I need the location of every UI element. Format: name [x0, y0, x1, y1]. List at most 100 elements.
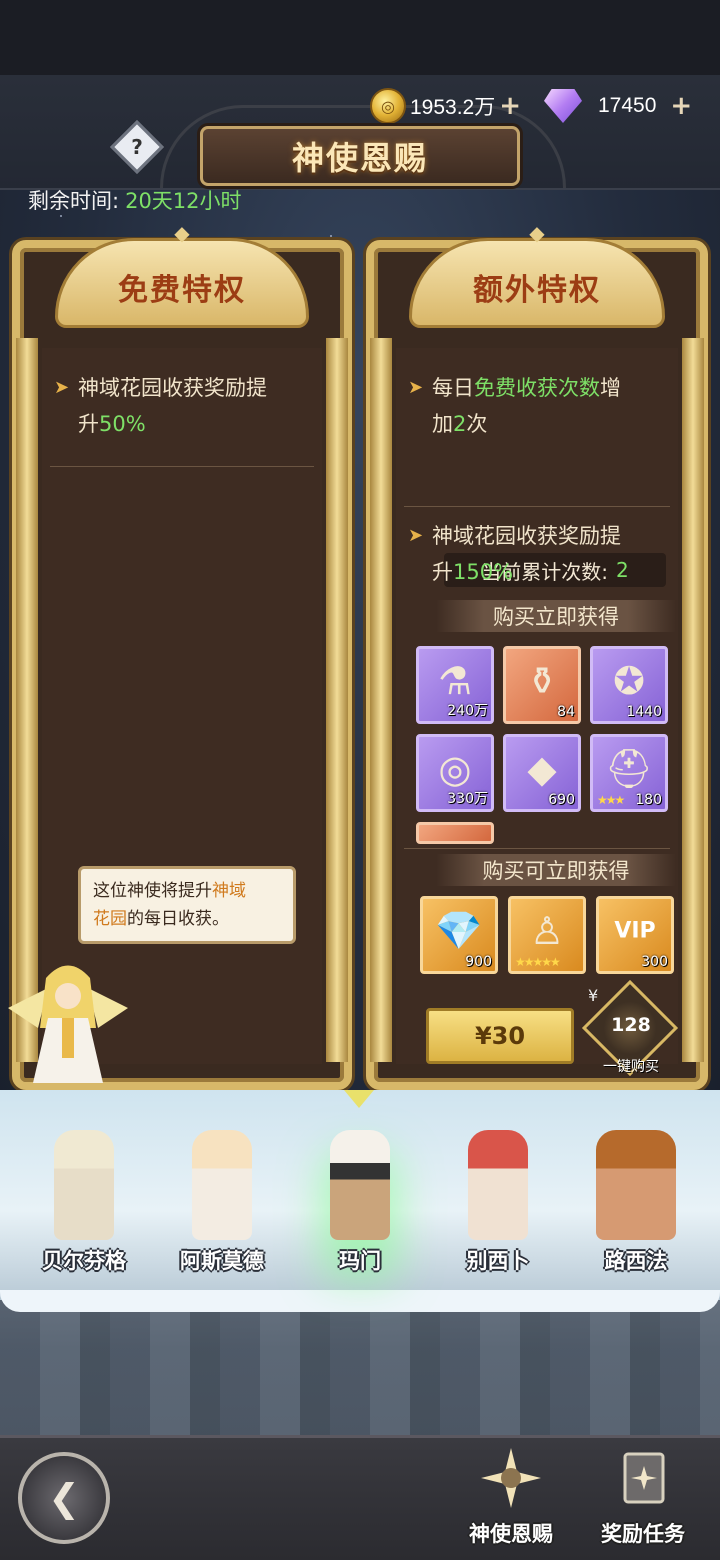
pillar-right: [326, 338, 348, 1062]
free-bullet-text: 神域花园收获奖励提 升50%: [78, 370, 267, 442]
reward-item[interactable]: ◆ 690: [503, 734, 581, 812]
one-key-buy-button[interactable]: ¥ 128 一键购买: [581, 979, 679, 1077]
buy-button[interactable]: ¥30: [426, 1008, 574, 1064]
purple-helmet-icon: ⛑: [604, 746, 654, 791]
hero-lucifer[interactable]: 路西法: [566, 1120, 706, 1280]
hero-belphegor[interactable]: 贝尔芬格: [14, 1120, 154, 1280]
bubble-highlight-2: 花园: [93, 909, 127, 929]
blue-potion-icon: ⚱: [526, 659, 558, 704]
page-title: 神使恩赐: [291, 139, 428, 177]
extra-panel-header: 额外特权: [409, 238, 665, 328]
nav-label: 神使恩赐: [469, 1522, 553, 1546]
free-bullet-line2: 升: [78, 412, 99, 436]
item-qty: 330万: [447, 791, 488, 807]
onekey-currency: ¥: [588, 986, 599, 1005]
bullet1-d: 次: [466, 412, 488, 436]
rock-wall: [0, 1300, 720, 1435]
item-qty: 1440: [626, 704, 662, 720]
item-qty: 84: [557, 704, 575, 720]
pillar-left: [370, 338, 392, 1062]
hero-mammon[interactable]: 玛门: [290, 1120, 430, 1280]
bullet2-value: 150%: [453, 560, 514, 584]
free-panel-body: ➤ 神域花园收获奖励提 升50%: [42, 348, 322, 1064]
star-emblem-icon: [481, 1448, 541, 1508]
bullet-arrow-icon: ➤: [408, 525, 424, 546]
star-medal-icon: ✪: [613, 659, 645, 704]
angel-character: [8, 965, 128, 1083]
blue-crystal-icon: ◆: [527, 747, 557, 792]
bonus-item[interactable]: ♙ ★★★★★: [508, 896, 586, 974]
bullet1-highlight: 免费收获次数: [474, 376, 600, 400]
hero-summon-icon: ♙: [529, 909, 565, 954]
bullet1-b: 增: [600, 376, 621, 400]
reward-item[interactable]: ◎ 330万: [416, 734, 494, 812]
reward-item[interactable]: ⚗ 240万: [416, 646, 494, 724]
extra-panel-title: 额外特权: [473, 273, 601, 308]
free-panel-title: 免费特权: [118, 273, 246, 308]
gem-currency[interactable]: 17450 +: [544, 85, 692, 127]
extra-panel-body: ➤ 每日免费收获次数增 加2次 当前累计次数: 2 ➤ 神域花园收获奖励提 升15…: [396, 348, 678, 1064]
bullet1-value: 2: [453, 412, 467, 436]
hero-name: 别西卜: [466, 1249, 530, 1273]
add-gold-icon[interactable]: +: [499, 93, 521, 119]
extra-bullet-1-text: 每日免费收获次数增 加2次: [432, 370, 621, 442]
task-card-icon: [623, 1452, 665, 1504]
snow-ledge: [0, 1290, 720, 1312]
add-gem-icon[interactable]: +: [670, 93, 692, 119]
reward-item[interactable]: ✪ 1440: [590, 646, 668, 724]
hero-name: 贝尔芬格: [42, 1249, 126, 1273]
item-qty: 900: [465, 954, 492, 970]
bonus-item[interactable]: VIP 300: [596, 896, 674, 974]
nav-label: 奖励任务: [601, 1522, 685, 1546]
bullet2-line2: 升: [432, 560, 453, 584]
nav-divine-grace[interactable]: 神使恩赐: [456, 1448, 566, 1558]
bonus-item[interactable]: 💎 900: [420, 896, 498, 974]
pillar-right: [682, 338, 704, 1062]
bubble-text-b: 的每日收获。: [127, 909, 229, 929]
remaining-value: 20天12小时: [125, 189, 242, 213]
bullet2-line1: 神域花园收获奖励提: [432, 524, 621, 548]
remaining-time: 剩余时间: 20天12小时: [28, 185, 242, 215]
gem-amount: 17450: [598, 94, 657, 117]
extra-bullet-2-text: 神域花园收获奖励提 升150%: [432, 518, 621, 590]
gem-icon: [544, 89, 582, 123]
hero-sprite: [596, 1130, 676, 1240]
hero-sprite: [54, 1130, 114, 1240]
divider: [50, 466, 314, 467]
divider: [404, 848, 670, 849]
back-arrow-icon: ❮: [48, 1476, 80, 1520]
hero-name: 路西法: [604, 1249, 668, 1273]
item-qty: 240万: [447, 703, 488, 719]
speech-bubble: 这位神使将提升神域 花园的每日收获。: [78, 866, 296, 944]
extra-privilege-panel: 额外特权 ➤ 每日免费收获次数增 加2次 当前累计次数:2 ➤ 神域花园收获奖励…: [366, 238, 708, 1090]
nav-reward-tasks[interactable]: 奖励任务: [588, 1448, 698, 1558]
extra-bullet-1: ➤ 每日免费收获次数增 加2次: [408, 370, 678, 442]
title-plate: 神使恩赐: [200, 126, 520, 186]
bullet-arrow-icon: ➤: [54, 377, 70, 398]
gold-amount: 1953.2万: [410, 96, 496, 119]
hero-asmodeus[interactable]: 阿斯莫德: [152, 1120, 292, 1280]
bullet-arrow-icon: ➤: [408, 377, 424, 398]
free-bullet-value: 50%: [99, 412, 146, 436]
hero-sprite: [468, 1130, 528, 1240]
onekey-price: 128: [611, 1014, 651, 1036]
reward-item[interactable]: ⚱ 84: [503, 646, 581, 724]
back-button[interactable]: ❮: [18, 1452, 110, 1544]
item-qty: 690: [548, 792, 575, 808]
purple-potion-icon: ⚗: [437, 659, 473, 704]
hero-name: 阿斯莫德: [180, 1249, 264, 1273]
bullet1-a: 每日: [432, 376, 474, 400]
gold-coin-icon: ◎: [370, 88, 406, 124]
free-bullet-line1: 神域花园收获奖励提: [78, 376, 267, 400]
item-qty: 300: [641, 954, 668, 970]
free-panel-header: 免费特权: [55, 238, 309, 328]
reward-item-partial[interactable]: [416, 822, 494, 844]
hero-beelzebub[interactable]: 别西卜: [428, 1120, 568, 1280]
question-icon: ?: [131, 135, 143, 159]
gold-currency[interactable]: ◎ 1953.2万 +: [370, 85, 521, 127]
hero-sprite: [192, 1130, 252, 1240]
reward-item[interactable]: ⛑ ★★★ 180: [590, 734, 668, 812]
buy-get-section-title: 购买可立即获得: [436, 854, 676, 886]
diamond-icon: 💎: [435, 908, 483, 953]
star-rating-icon: ★★★: [597, 793, 625, 807]
